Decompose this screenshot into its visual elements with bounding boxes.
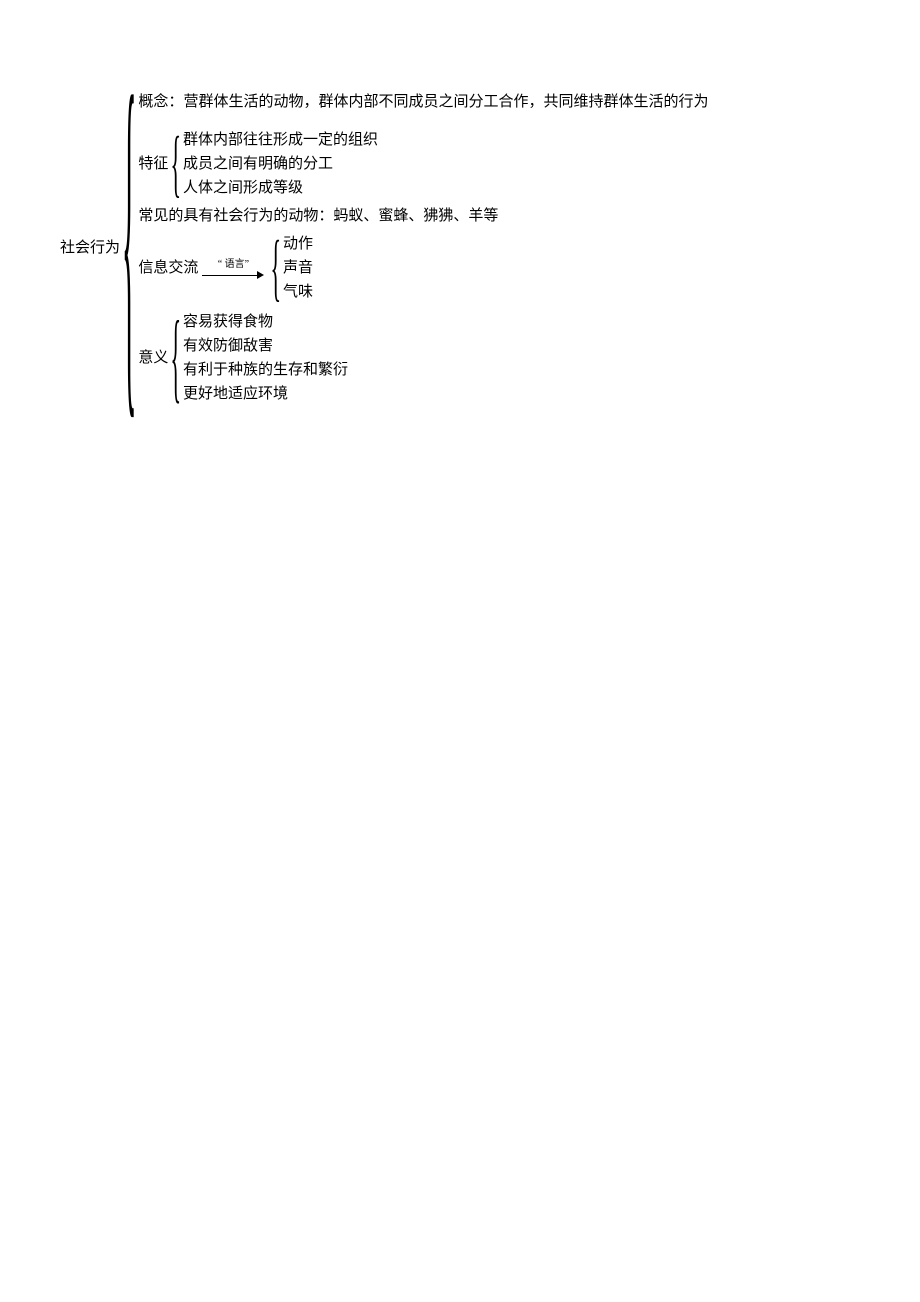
common-row: 常见的具有社会行为的动物：蚂蚁、蜜蜂、狒狒、羊等 — [138, 204, 708, 228]
concept-row: 概念：营群体生活的动物，群体内部不同成员之间分工合作，共同维持群体生活的行为 — [138, 90, 708, 114]
concept-text: 营群体生活的动物，群体内部不同成员之间分工合作，共同维持群体生活的行为 — [183, 94, 708, 110]
level1-block: 概念：营群体生活的动物，群体内部不同成员之间分工合作，共同维持群体生活的行为 特… — [138, 90, 708, 406]
list-item: 容易获得食物 — [183, 310, 348, 334]
list-item: 声音 — [283, 256, 313, 280]
list-item: 更好地适应环境 — [183, 382, 348, 406]
list-item: 气味 — [283, 280, 313, 304]
features-label: 特征 — [138, 152, 168, 176]
root-label: 社会行为 — [60, 236, 120, 260]
significance-items: 容易获得食物 有效防御敌害 有利于种族的生存和繁衍 更好地适应环境 — [183, 310, 348, 406]
list-item: 有效防御敌害 — [183, 334, 348, 358]
communication-row: 信息交流 “ 语言” { 动作 声音 气味 — [138, 232, 708, 304]
communication-label: 信息交流 — [138, 256, 198, 280]
communication-items: 动作 声音 气味 — [283, 232, 313, 304]
arrow-icon: “ 语言” — [198, 257, 268, 279]
root-row: 社会行为 { 概念：营群体生活的动物，群体内部不同成员之间分工合作，共同维持群体… — [60, 90, 900, 406]
significance-label: 意义 — [138, 346, 168, 370]
features-items: 群体内部往往形成一定的组织 成员之间有明确的分工 人体之间形成等级 — [183, 128, 378, 200]
brace-icon: { — [268, 231, 283, 306]
brace-icon: { — [168, 307, 183, 408]
arrow-line — [202, 271, 264, 279]
concept-label: 概念： — [138, 94, 183, 110]
list-item: 成员之间有明确的分工 — [183, 152, 378, 176]
list-item: 人体之间形成等级 — [183, 176, 378, 200]
significance-row: 意义 { 容易获得食物 有效防御敌害 有利于种族的生存和繁衍 更好地适应环境 — [138, 310, 708, 406]
brace-icon: { — [120, 53, 138, 443]
diagram-page: 社会行为 { 概念：营群体生活的动物，群体内部不同成员之间分工合作，共同维持群体… — [0, 0, 920, 1302]
features-row: 特征 { 群体内部往往形成一定的组织 成员之间有明确的分工 人体之间形成等级 — [138, 128, 708, 200]
list-item: 群体内部往往形成一定的组织 — [183, 128, 378, 152]
brace-icon: { — [168, 127, 183, 202]
list-item: 动作 — [283, 232, 313, 256]
list-item: 有利于种族的生存和繁衍 — [183, 358, 348, 382]
